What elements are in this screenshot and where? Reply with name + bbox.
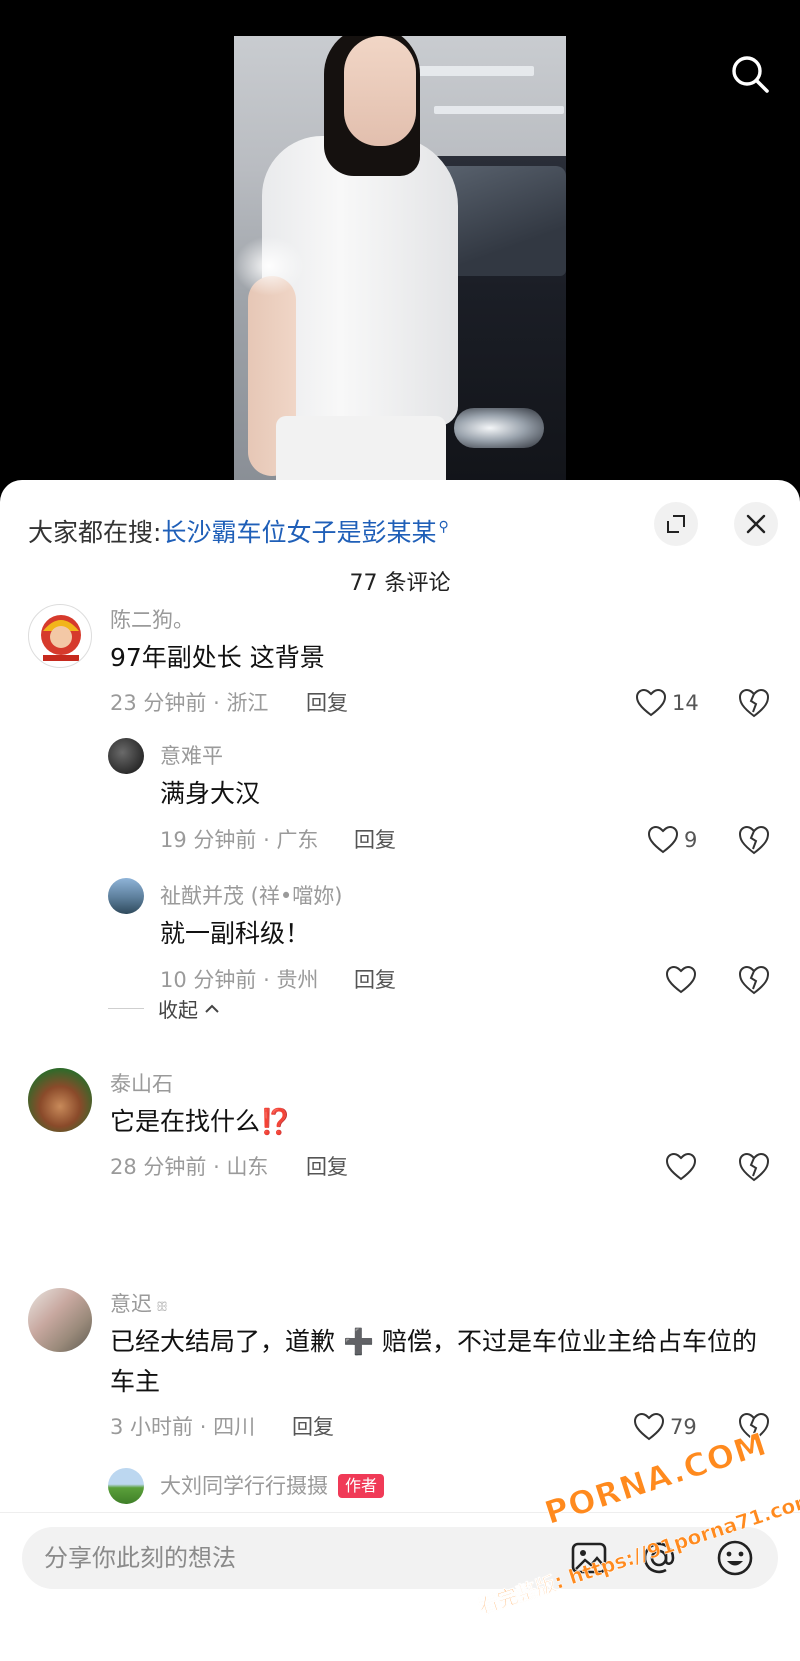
avatar[interactable]: [28, 1288, 92, 1352]
avatar[interactable]: [108, 738, 144, 774]
avatar[interactable]: [28, 1068, 92, 1132]
reply-text: 满身大汉: [160, 779, 261, 808]
video-player[interactable]: [0, 0, 800, 500]
close-icon: [746, 514, 766, 534]
heart-icon: [666, 1153, 696, 1181]
collapse-replies-button[interactable]: 收起: [108, 993, 220, 1023]
reply-meta: 19 分钟前 · 广东: [160, 828, 319, 852]
reply-button[interactable]: 回复: [292, 1412, 334, 1442]
comment-username[interactable]: 泰山石: [110, 1070, 173, 1098]
interrobang-emoji: ⁉️: [260, 1107, 292, 1136]
author-badge: 作者: [338, 1474, 385, 1498]
comment-text: 97年副处长 这背景: [110, 643, 325, 672]
like-count: 9: [684, 828, 698, 852]
like-button[interactable]: [666, 1151, 702, 1183]
comment-username[interactable]: 陈二狗。: [110, 606, 194, 634]
divider: [108, 1007, 144, 1009]
emoji-icon[interactable]: [716, 1539, 754, 1577]
comment-meta: 3 小时前 · 四川: [110, 1415, 256, 1439]
comment-text: 它是在找什么⁉️: [110, 1107, 292, 1136]
dislike-button[interactable]: [738, 1151, 770, 1183]
avatar[interactable]: [108, 878, 144, 914]
dislike-button[interactable]: [738, 824, 770, 856]
like-button[interactable]: 14: [636, 687, 699, 719]
like-count: 79: [670, 1415, 697, 1439]
avatar[interactable]: [108, 1468, 144, 1504]
at-icon[interactable]: [640, 1539, 678, 1577]
heart-icon: [634, 1413, 664, 1441]
video-frame: [234, 36, 566, 480]
reply-button[interactable]: 回复: [354, 825, 396, 855]
reply-username[interactable]: 大刘同学行行摄摄 作者: [160, 1472, 385, 1500]
reply-button[interactable]: 回复: [354, 965, 396, 995]
comment-count: 77 条评论: [349, 571, 451, 596]
collapse-label: 收起: [158, 997, 198, 1022]
comments-sheet: 大家都在搜:长沙霸车位女子是彭某某 ⚲ 77 条评论 陈二狗。 97年副处长 这背…: [0, 480, 800, 1661]
dislike-button[interactable]: [738, 964, 770, 996]
like-button[interactable]: 9: [648, 824, 697, 856]
like-button[interactable]: 79: [634, 1411, 697, 1443]
reply-username[interactable]: 意难平: [160, 742, 223, 770]
reply-text: 就一副科级！: [160, 919, 311, 948]
image-icon[interactable]: [570, 1539, 608, 1577]
like-count: 14: [672, 691, 699, 715]
dislike-button[interactable]: [738, 687, 770, 719]
search-icon[interactable]: [728, 52, 772, 96]
comment-input-bar: [0, 1512, 800, 1661]
hot-search-prefix: 大家都在搜:: [28, 518, 162, 547]
reply-meta: 10 分钟前 · 贵州: [160, 968, 319, 992]
like-button[interactable]: [666, 964, 702, 996]
heart-icon: [636, 689, 666, 717]
heart-icon: [666, 966, 696, 994]
hot-search-query[interactable]: 长沙霸车位女子是彭某某: [161, 518, 436, 547]
hot-search-bar: 大家都在搜:长沙霸车位女子是彭某某 ⚲: [28, 507, 449, 547]
dislike-button[interactable]: [738, 1411, 770, 1443]
comment-meta: 28 分钟前 · 山东: [110, 1155, 269, 1179]
comment-username[interactable]: 意迟 ꕥ: [110, 1290, 168, 1322]
reply-username[interactable]: 祉猷并茂 (祥•噹妳): [160, 882, 342, 910]
reply-button[interactable]: 回复: [306, 1152, 348, 1182]
expand-icon: [667, 515, 685, 533]
chevron-up-icon: [205, 1004, 219, 1013]
heart-icon: [648, 826, 678, 854]
comment-text: 已经大结局了，道歉 ➕ 赔偿，不过是车位业主给占车位的车主: [110, 1327, 758, 1396]
magnifier-small-icon: ⚲: [438, 519, 449, 535]
reply-button[interactable]: 回复: [306, 688, 348, 718]
close-button[interactable]: [734, 502, 778, 546]
expand-button[interactable]: [654, 502, 698, 546]
comment-meta: 23 分钟前 · 浙江: [110, 691, 269, 715]
avatar[interactable]: [28, 604, 92, 668]
